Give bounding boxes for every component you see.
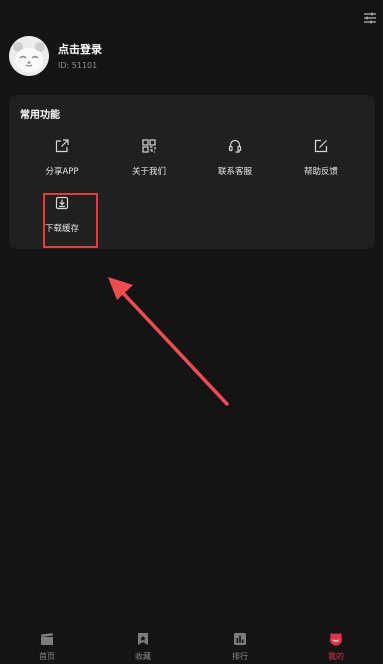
highlight-box	[43, 193, 98, 248]
user-id: ID: 51101	[58, 61, 98, 70]
qr-grid-icon	[142, 139, 156, 153]
tab-mine[interactable]: 我的	[306, 629, 366, 663]
share-icon	[55, 139, 69, 153]
settings-button[interactable]	[362, 10, 378, 26]
about-us-button[interactable]: 关于我们	[109, 138, 189, 178]
profile-header[interactable]: 点击登录 ID: 51101	[9, 36, 329, 78]
tab-mine-label: 我的	[328, 652, 344, 661]
user-face-icon	[330, 633, 342, 646]
avatar[interactable]	[9, 36, 49, 76]
tab-favorites[interactable]: 收藏	[113, 629, 173, 663]
ranking-chart-icon	[234, 633, 246, 645]
contact-service-button[interactable]: 联系客服	[195, 138, 275, 178]
help-feedback-label: 帮助反馈	[303, 167, 338, 177]
contact-service-label: 联系客服	[217, 167, 252, 177]
tab-ranking-label: 排行	[232, 652, 248, 661]
tab-favorites-label: 收藏	[135, 652, 151, 661]
tab-home-label: 首页	[39, 652, 55, 661]
clapperboard-icon	[41, 633, 53, 645]
share-app-label: 分享APP	[45, 167, 79, 177]
sliders-icon	[364, 12, 376, 24]
help-feedback-button[interactable]: 帮助反馈	[281, 138, 361, 178]
bottom-tab-bar: 首页 收藏 排行 我的	[0, 625, 383, 664]
headset-icon	[228, 139, 242, 153]
panda-avatar-icon	[9, 36, 49, 76]
tab-home[interactable]: 首页	[17, 629, 77, 663]
tab-ranking[interactable]: 排行	[210, 629, 270, 663]
share-app-button[interactable]: 分享APP	[22, 138, 102, 178]
edit-icon	[314, 139, 328, 153]
login-link[interactable]: 点击登录	[58, 41, 102, 57]
section-title: 常用功能	[20, 110, 60, 121]
about-us-label: 关于我们	[131, 167, 166, 177]
bookmark-star-icon	[138, 633, 148, 645]
